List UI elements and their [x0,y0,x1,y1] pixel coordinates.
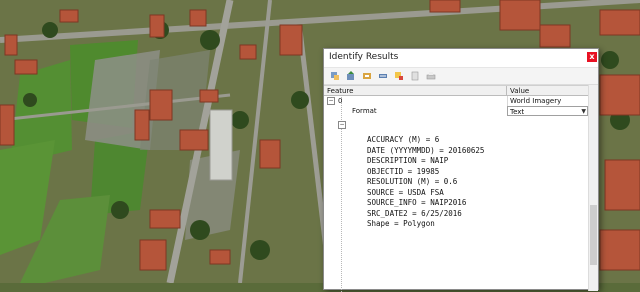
tree [23,93,37,107]
building [599,9,640,36]
attribute-line: DESCRIPTION = NAIP [367,156,449,165]
chevron-down-icon[interactable]: ▼ [581,107,586,117]
copy-icon[interactable] [410,71,420,81]
building [199,89,219,103]
format-select-value: Text [510,108,525,116]
building [499,0,541,31]
attribute-line: SOURCE_INFO = NAIP2016 [367,198,467,207]
attribute-line: SRC_DATE2 = 6/25/2016 [367,208,462,218]
building [14,59,38,75]
building [599,74,640,116]
dialog-titlebar[interactable]: Identify Results x [324,49,598,68]
building [179,129,209,151]
building [604,159,640,211]
column-header-value[interactable]: Value [507,86,588,96]
highlight-icon[interactable] [394,71,404,81]
scrollbar-thumb[interactable] [590,205,597,265]
tree [111,201,129,219]
value-cell: World Imagery [507,96,588,106]
format-select[interactable]: Text ▼ [507,106,588,116]
building [4,34,18,56]
collapse-toggle-icon[interactable]: − [327,97,335,105]
attribute-line: RESOLUTION (M) = 0.6 [367,177,458,186]
attribute-line: DATE (YYYYMMDD) = 20160625 [367,145,485,155]
building [429,0,461,13]
table-row[interactable]: − [324,120,588,130]
column-header-feature[interactable]: Feature [324,86,507,96]
tree [200,30,220,50]
attribute-line: Shape = Polygon [367,219,435,228]
building [259,139,281,169]
building [134,109,150,141]
tree [42,22,58,38]
expand-tree-icon[interactable] [330,71,340,81]
table-row[interactable]: Format Text ▼ [324,106,588,116]
building-flat-roof [209,109,233,181]
collapse-tree-icon[interactable] [346,71,356,81]
close-button[interactable]: x [587,52,597,62]
collapse-toggle-icon[interactable]: − [338,121,346,129]
building [149,89,173,121]
building [539,24,571,48]
attribute-line: OBJECTID = 19985 [367,166,440,176]
tree [250,240,270,260]
table-row[interactable]: − 0 World Imagery [324,96,588,106]
tree [601,51,619,69]
print-icon[interactable] [426,71,436,81]
expand-new-icon[interactable] [362,71,372,81]
vertical-scrollbar[interactable] [588,85,598,291]
toolbar [324,68,598,85]
feature-cell: Format [352,107,377,115]
feature-cell: 0 [338,97,343,105]
building [209,249,231,265]
tree-guide-line [341,86,342,292]
building [59,9,79,23]
tree [291,91,309,109]
building [279,24,303,56]
tree [231,111,249,129]
building [239,44,257,60]
tree [190,220,210,240]
building [149,14,165,38]
building [189,9,207,27]
attribute-text-block: ACCURACY (M) = 6 DATE (YYYYMMDD) = 20160… [367,135,577,230]
attribute-line: SOURCE = USDA FSA [367,187,444,197]
identify-results-dialog: Identify Results x Feature Value − 0 Wor… [323,48,599,292]
building [599,229,640,271]
building [149,209,181,229]
building [0,104,15,146]
dialog-title: Identify Results [329,52,399,62]
clear-results-icon[interactable] [378,71,388,81]
attribute-line: ACCURACY (M) = 6 [367,135,440,144]
building [139,239,167,271]
